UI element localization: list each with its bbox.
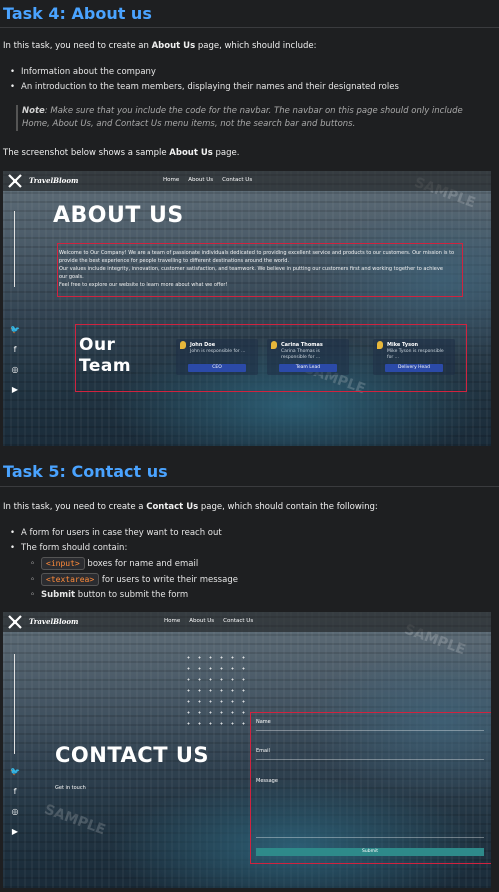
intro-bold: Contact Us [146, 502, 199, 512]
caption-text: page. [212, 148, 240, 158]
name-label: Name [256, 719, 271, 725]
sub-text: button to submit the form [75, 590, 189, 600]
sub-bullet-item: <textarea> for users to write their mess… [30, 572, 238, 588]
navbar: TravelBloom Home About Us Contact Us [3, 612, 491, 632]
contact-heading: CONTACT US [55, 743, 210, 767]
team-card: Mike Tyson Mike Tyson is responsible for… [373, 339, 455, 375]
nav-about[interactable]: About Us [188, 177, 213, 183]
task4-title: Task 4: About us [3, 4, 152, 23]
location-pin-icon [180, 341, 186, 349]
name-input[interactable] [256, 730, 484, 731]
task5-title: Task 5: Contact us [3, 462, 168, 481]
sub-bullet-item: Submit button to submit the form [30, 588, 238, 603]
airplane-logo-icon [8, 174, 22, 188]
sub-text: boxes for name and email [84, 559, 199, 569]
about-us-screenshot: SAMPLE SAMPLE TravelBloom Home About Us … [3, 171, 491, 446]
input-code: <input> [41, 557, 85, 570]
task4-intro: In this task, you need to create an Abou… [3, 40, 316, 52]
intro-text: page, which should contain the following… [198, 502, 378, 512]
member-role: Delivery Head [385, 364, 443, 372]
form-highlight-box [250, 712, 491, 864]
team-card: John Doe John is responsible for ... CEO [176, 339, 258, 375]
divider [0, 27, 499, 28]
submit-button[interactable]: Submit [256, 848, 484, 856]
email-label: Email [256, 748, 270, 754]
info-line: provide the best experience for people t… [59, 258, 290, 264]
info-line: Welcome to Our Company! We are a team of… [59, 250, 455, 256]
youtube-icon[interactable]: ▶ [10, 827, 20, 847]
note-label: Note [22, 106, 45, 116]
facebook-icon[interactable]: f [10, 345, 20, 365]
nav-links: Home About Us Contact Us [164, 618, 253, 624]
twitter-icon[interactable]: 🐦 [10, 325, 20, 345]
team-heading: Our Team [79, 335, 131, 377]
location-pin-icon [377, 341, 383, 349]
sub-text: for users to write their message [99, 575, 238, 585]
info-line: Feel free to explore our website to lear… [59, 282, 228, 288]
member-role: CEO [188, 364, 246, 372]
team-heading-line: Our [79, 335, 116, 355]
info-line: our goals. [59, 274, 84, 280]
airplane-logo-icon [8, 615, 22, 629]
caption-bold: About Us [169, 148, 213, 158]
message-label: Message [256, 778, 278, 784]
side-divider [14, 654, 15, 754]
info-line: Our values include integrity, innovation… [59, 266, 443, 272]
sub-bullet-item: <input> boxes for name and email [30, 556, 238, 572]
intro-text: In this task, you need to create an [3, 41, 152, 51]
member-role: Team Lead [279, 364, 337, 372]
caption-text: The screenshot below shows a sample [3, 148, 170, 158]
intro-text: In this task, you need to create a [3, 502, 147, 512]
task4-bullets: Information about the company An introdu… [10, 65, 399, 95]
member-description: John is responsible for ... [190, 349, 246, 354]
member-name: Carina Thomas [281, 342, 323, 348]
intro-bold: About Us [151, 41, 196, 51]
nav-home[interactable]: Home [164, 618, 180, 624]
task5-bullets: A form for users in case they want to re… [10, 526, 222, 556]
divider [0, 486, 499, 487]
task5-subbullets: <input> boxes for name and email <textar… [30, 556, 238, 603]
about-heading: ABOUT US [53, 203, 184, 228]
nav-links: Home About Us Contact Us [163, 177, 252, 183]
company-info: Welcome to Our Company! We are a team of… [59, 249, 461, 289]
social-icons: 🐦 f ◎ ▶ [10, 767, 20, 847]
navbar: TravelBloom Home About Us Contact Us [3, 171, 491, 191]
intro-text: page, which should include: [195, 41, 317, 51]
task4-caption: The screenshot below shows a sample Abou… [3, 147, 239, 159]
side-divider [14, 211, 15, 287]
instagram-icon[interactable]: ◎ [10, 807, 20, 827]
message-textarea[interactable] [256, 837, 484, 838]
task5-intro: In this task, you need to create a Conta… [3, 501, 378, 513]
email-input[interactable] [256, 759, 484, 760]
textarea-code: <textarea> [41, 573, 100, 586]
contact-us-screenshot: SAMPLE SAMPLE TravelBloom Home About Us … [3, 612, 491, 888]
nav-contact[interactable]: Contact Us [222, 177, 252, 183]
submit-bold: Submit [41, 590, 76, 600]
decorative-dots [183, 652, 253, 730]
nav-contact[interactable]: Contact Us [223, 618, 253, 624]
brand-name: TravelBloom [29, 617, 79, 626]
team-heading-line: Team [79, 356, 132, 376]
member-name: Mike Tyson [387, 342, 419, 348]
youtube-icon[interactable]: ▶ [10, 385, 20, 405]
facebook-icon[interactable]: f [10, 787, 20, 807]
nav-home[interactable]: Home [163, 177, 179, 183]
social-icons: 🐦 f ◎ ▶ [10, 325, 20, 405]
note-text: : Make sure that you include the code fo… [22, 106, 463, 129]
member-description: Mike Tyson is responsible for ... [387, 349, 444, 360]
bullet-item: Information about the company [10, 65, 399, 80]
bullet-item: The form should contain: [10, 541, 222, 556]
task4-note: Note: Make sure that you include the cod… [16, 105, 492, 131]
bullet-item: An introduction to the team members, dis… [10, 80, 399, 95]
member-description: Carina Thomas is responsible for ... [281, 349, 321, 360]
instagram-icon[interactable]: ◎ [10, 365, 20, 385]
location-pin-icon [271, 341, 277, 349]
member-name: John Doe [190, 342, 216, 348]
team-card: Carina Thomas Carina Thomas is responsib… [267, 339, 349, 375]
nav-about[interactable]: About Us [189, 618, 214, 624]
brand-name: TravelBloom [29, 176, 79, 185]
twitter-icon[interactable]: 🐦 [10, 767, 20, 787]
contact-subheading: Get in touch [55, 785, 86, 791]
bullet-item: A form for users in case they want to re… [10, 526, 222, 541]
